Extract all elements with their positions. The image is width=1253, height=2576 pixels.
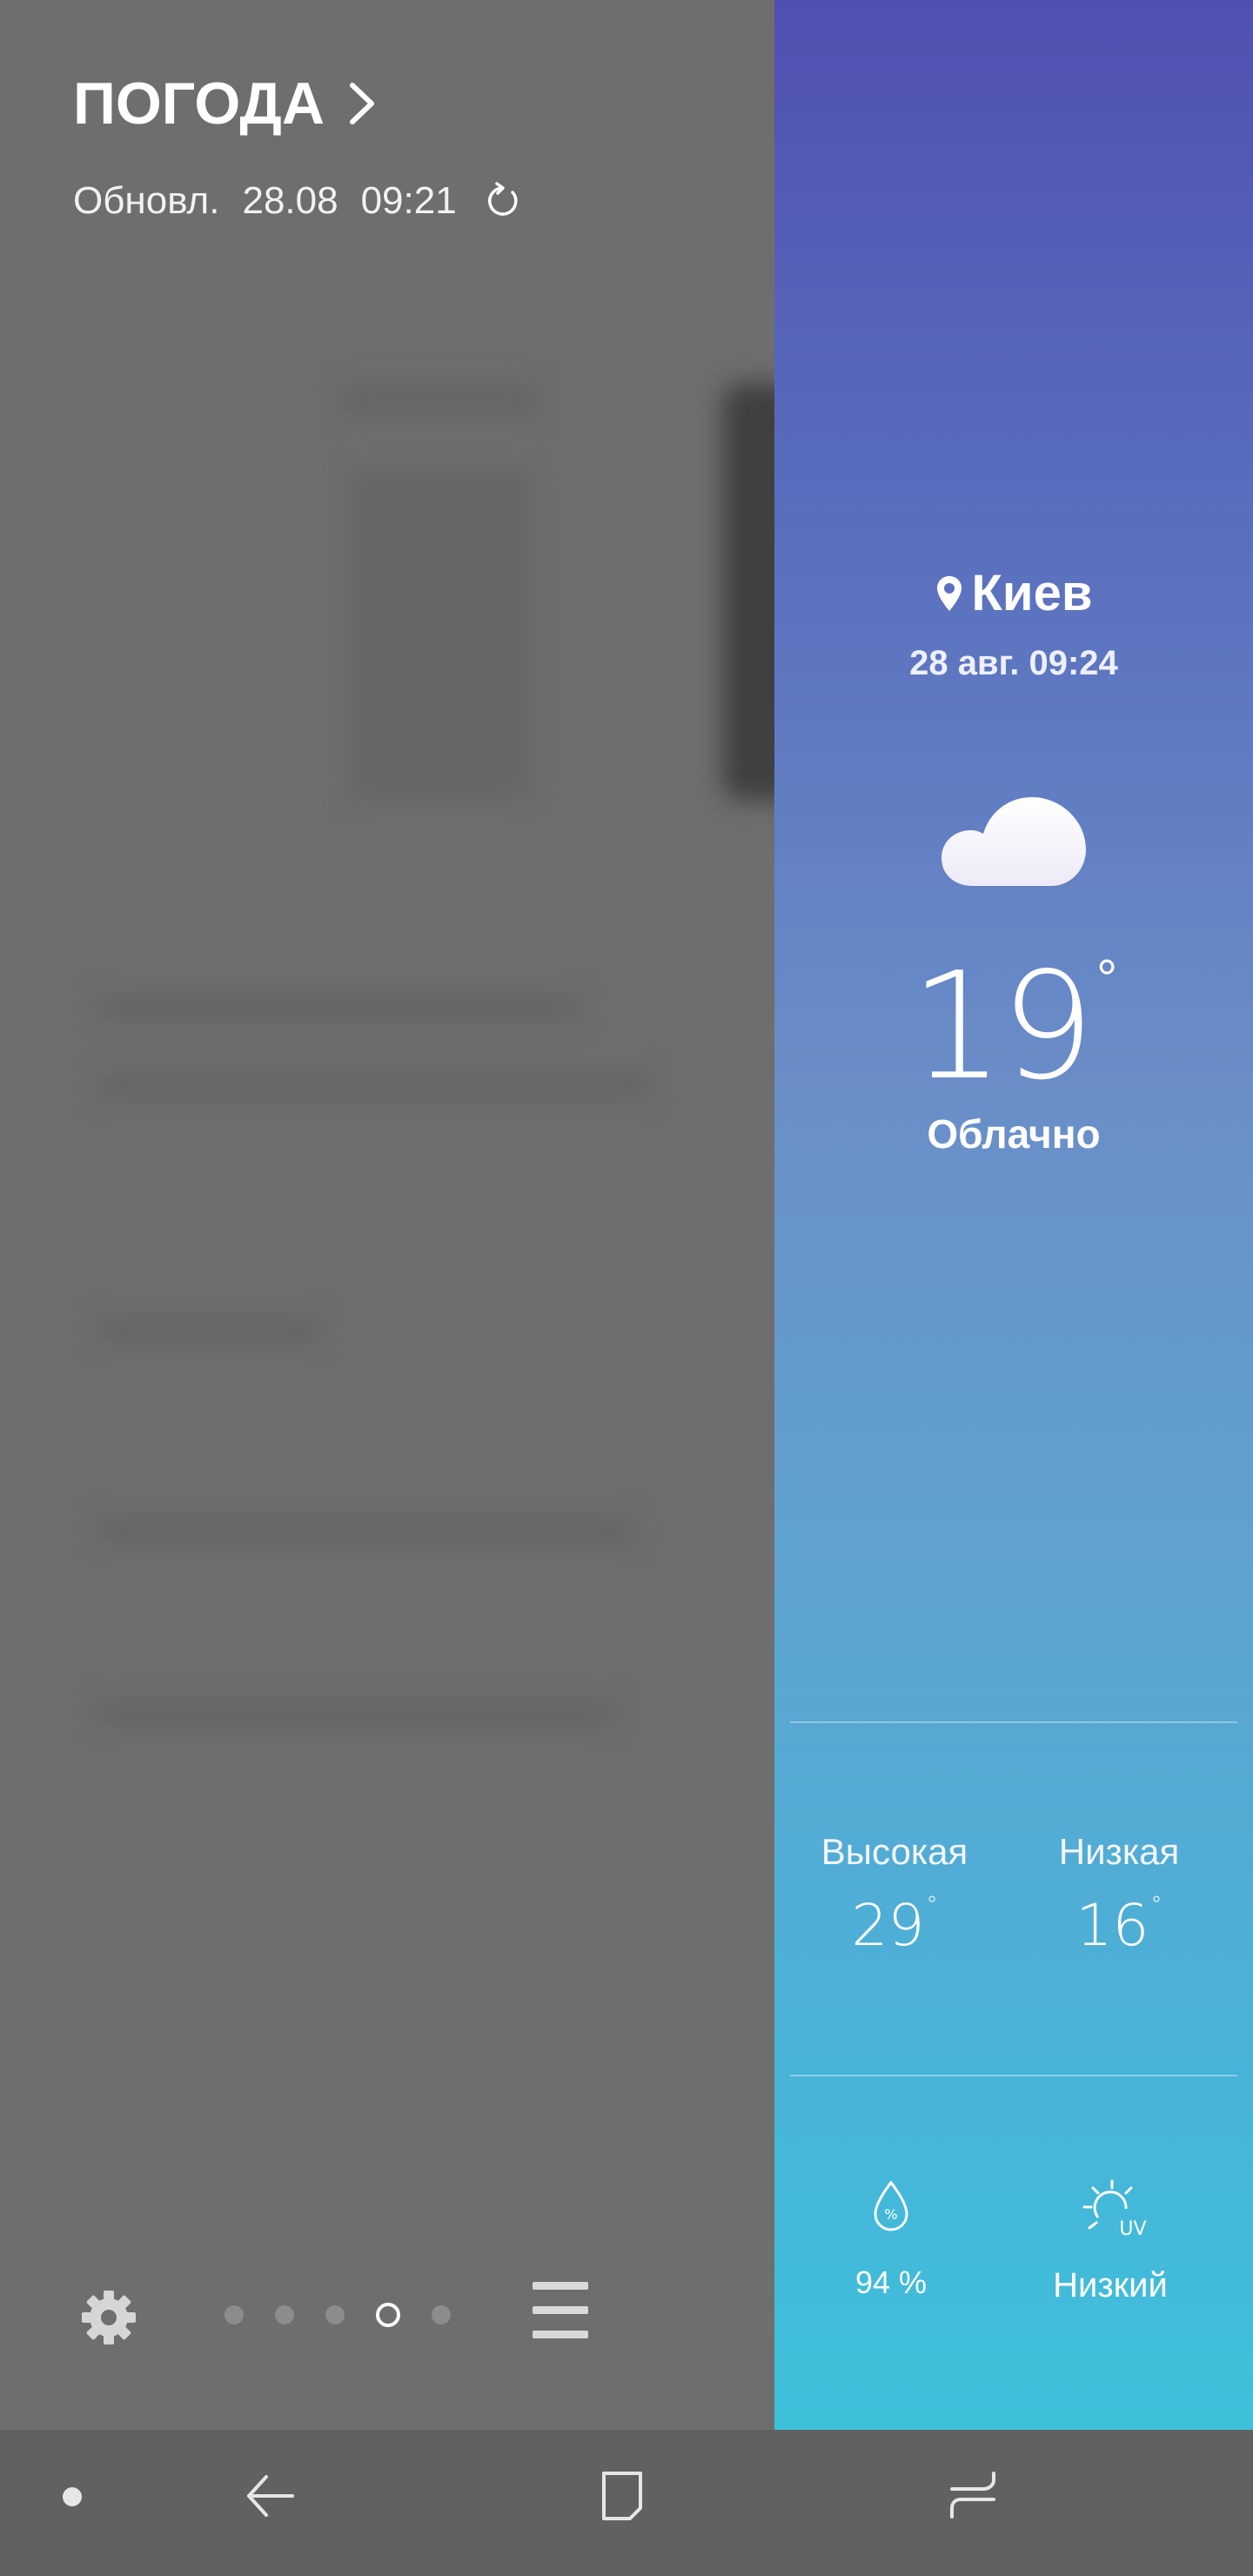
low-label: Низкая [1058,1831,1180,1872]
high-value: 29 [851,1892,925,1959]
page-dot[interactable] [325,2305,345,2324]
refresh-icon[interactable] [483,182,521,220]
updated-label: Обновл. [73,179,220,222]
page-dot[interactable] [224,2305,244,2324]
divider [790,1721,1237,1723]
chevron-right-icon[interactable] [347,80,379,127]
back-icon[interactable] [242,2468,298,2524]
page-dot-active[interactable] [376,2303,400,2327]
degree-symbol: ° [1096,949,1118,1008]
panel-title[interactable]: ПОГОДА [73,70,325,138]
last-updated: Обновл. 28.08 09:21 [73,179,521,223]
updated-date: 28.08 [242,179,338,222]
panel-bottom-controls [0,2280,774,2358]
weather-card[interactable]: Киев 28 авг. 09:24 19 ° Облачно Высокая … [774,0,1253,2430]
gear-icon[interactable] [78,2287,139,2348]
location-row: Киев [774,564,1253,622]
svg-text:%: % [884,2206,897,2223]
page-dot[interactable] [432,2305,451,2324]
navigation-bar [0,2430,1253,2576]
humidity-value: 94 % [854,2264,928,2300]
uv-index-icon: UV [1082,2179,1147,2240]
observation-datetime: 28 авг. 09:24 [909,644,1118,682]
high-label: Высокая [821,1831,968,1872]
low-value: 16 [1075,1892,1149,1959]
cloud-icon [941,797,1086,886]
current-temperature: 19 ° [774,949,1253,1105]
location-pin-icon [936,575,962,611]
divider [790,2075,1237,2076]
weather-condition: Облачно [927,1111,1101,1157]
high-temperature: Высокая 29° [781,1831,1008,1959]
low-temperature: Низкая 16° [1006,1831,1232,1959]
city-name: Киев [971,565,1093,621]
page-indicator[interactable] [224,2303,451,2327]
home-icon[interactable] [595,2468,649,2524]
svg-text:UV: UV [1119,2218,1146,2240]
uv-index-value: Низкий [1053,2266,1168,2304]
updated-time: 09:21 [360,179,457,222]
panel-header[interactable]: ПОГОДА [73,70,379,138]
menu-icon[interactable] [533,2282,588,2339]
weather-panel-left: ПОГОДА Обновл. 28.08 09:21 [0,0,774,2430]
humidity-icon: % [874,2180,908,2231]
page-dot[interactable] [275,2305,294,2324]
nav-dot[interactable] [63,2487,82,2506]
recents-icon[interactable] [947,2468,999,2524]
temperature-value: 19 [909,941,1095,1113]
degree-symbol: ° [1150,1892,1163,1918]
blurred-background [0,0,774,2430]
degree-symbol: ° [926,1892,938,1918]
